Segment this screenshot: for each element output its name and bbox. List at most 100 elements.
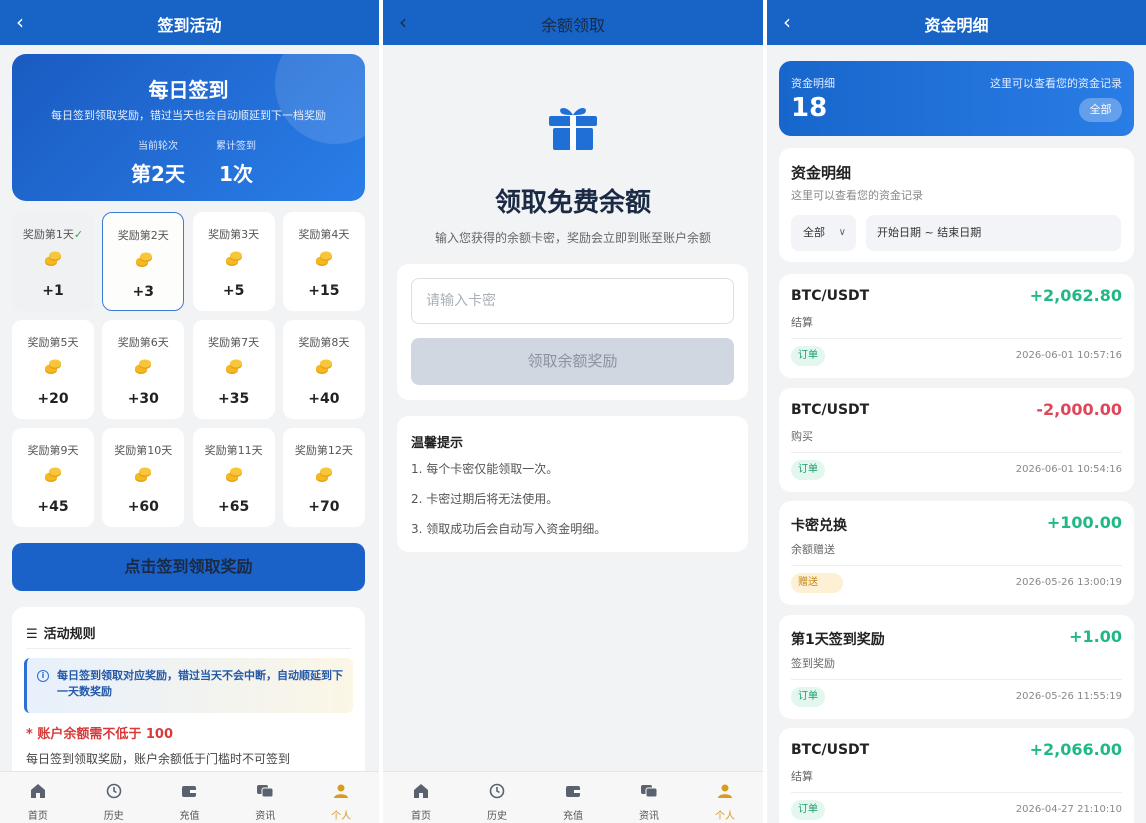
total-stat: 累计签到 1次 bbox=[186, 137, 286, 187]
divider bbox=[791, 678, 1122, 680]
tips-title: 温馨提示 bbox=[411, 436, 464, 451]
coin-icon bbox=[315, 251, 332, 266]
reward-day-label: 奖励第8天 bbox=[298, 336, 350, 349]
record-type: 结算 bbox=[791, 316, 813, 329]
record-type: 购买 bbox=[791, 429, 813, 443]
reward-day-label: 奖励第4天 bbox=[298, 228, 350, 241]
reward-amount: +30 bbox=[127, 391, 159, 407]
redeem-button[interactable]: 领取余额奖励 bbox=[411, 338, 734, 385]
coin-icon bbox=[45, 467, 61, 482]
filter-title: 资金明细 bbox=[791, 164, 852, 182]
user-icon bbox=[718, 784, 732, 798]
check-icon: ✓ bbox=[73, 228, 84, 241]
divider bbox=[791, 565, 1122, 566]
reward-day-label: 奖励第6天 bbox=[117, 336, 169, 349]
tab-home[interactable]: 首页 bbox=[0, 772, 76, 823]
tab-history[interactable]: 历史 bbox=[76, 772, 152, 823]
tab-news[interactable]: 资讯 bbox=[227, 772, 303, 823]
record-amount: +2,066.00 bbox=[1029, 740, 1122, 759]
news-icon bbox=[257, 785, 274, 798]
tips-card: 温馨提示 1. 每个卡密仅能领取一次。 2. 卡密过期后将无法使用。 3. 领取成功… bbox=[397, 416, 748, 552]
reward-day-card[interactable]: 奖励第7天 +35 bbox=[192, 320, 275, 419]
coin-icon bbox=[135, 467, 152, 482]
tab-label: 充值 bbox=[563, 811, 583, 822]
date-range-picker[interactable]: 开始日期 ~ 结束日期 bbox=[866, 215, 1121, 251]
rules-note: i 每日签到领取对应奖励，错过当天不会中断，自动顺延到下一天数奖励 bbox=[24, 658, 353, 713]
tab-news[interactable]: 资讯 bbox=[611, 772, 687, 823]
reward-amount: +15 bbox=[308, 283, 340, 299]
reward-amount: +1 bbox=[42, 283, 64, 299]
tab-home[interactable]: 首页 bbox=[383, 772, 459, 823]
page-title: 余额领取 bbox=[540, 16, 605, 35]
fund-record[interactable]: 第1天签到奖励 +1.00 签到奖励 订单 2026-05-26 11:55:19 bbox=[779, 614, 1134, 719]
reward-day-card[interactable]: 奖励第5天 +20 bbox=[12, 320, 94, 419]
record-name: BTC/USDT bbox=[791, 288, 870, 304]
home-icon bbox=[414, 784, 428, 798]
all-button[interactable]: 全部 bbox=[1079, 98, 1122, 122]
total-value: 1次 bbox=[219, 162, 253, 186]
fund-record[interactable]: BTC/USDT -2,000.00 购买 订单 2026-06-01 10:54:16 bbox=[779, 387, 1134, 492]
rules-note-text: 每日签到领取对应奖励，错过当天不会中断，自动顺延到下一天数奖励 bbox=[57, 669, 343, 698]
coin-icon bbox=[225, 359, 242, 374]
record-name: 卡密兑换 bbox=[791, 518, 847, 534]
tab-user[interactable]: 个人 bbox=[303, 772, 379, 823]
record-time: 2026-04-27 21:10:10 bbox=[1015, 804, 1122, 815]
reward-day-label: 奖励第10天 bbox=[114, 444, 173, 457]
tab-user[interactable]: 个人 bbox=[687, 772, 763, 823]
card-code-input[interactable] bbox=[411, 278, 734, 324]
reward-day-card[interactable]: 奖励第9天 +45 bbox=[12, 428, 94, 527]
reward-day-card[interactable]: 奖励第2天 +3 bbox=[102, 212, 185, 311]
divider bbox=[791, 338, 1122, 339]
reward-amount: +70 bbox=[308, 499, 340, 515]
page-title: 签到活动 bbox=[157, 16, 222, 35]
funds-screen: ‹ 资金明细 资金明细 18 这里可以查看您的资金记录 全部 资金明细 这里可以… bbox=[767, 0, 1146, 823]
tab-label: 充值 bbox=[179, 811, 200, 822]
reward-amount: +65 bbox=[217, 499, 250, 515]
reward-day-card[interactable]: 奖励第11天 +65 bbox=[192, 428, 275, 527]
reward-day-card[interactable]: 奖励第12天 +70 bbox=[282, 428, 365, 527]
type-select[interactable]: 全部 ∨ bbox=[791, 215, 856, 251]
reward-day-card[interactable]: 奖励第3天 +5 bbox=[192, 212, 275, 311]
record-tag: 订单 bbox=[791, 686, 825, 707]
record-name: BTC/USDT bbox=[791, 742, 870, 758]
header: ‹ 余额领取 bbox=[383, 0, 763, 45]
tab-label: 个人 bbox=[331, 811, 352, 822]
reward-day-card[interactable]: 奖励第8天 +40 bbox=[282, 320, 365, 419]
tab-wallet[interactable]: 充值 bbox=[535, 772, 611, 823]
record-count: 18 bbox=[791, 93, 828, 123]
record-type: 结算 bbox=[791, 770, 813, 783]
divider bbox=[791, 451, 1122, 453]
reward-day-card[interactable]: 奖励第1天✓ +1 bbox=[12, 212, 94, 311]
rules-card: ☰ 活动规则 i 每日签到领取对应奖励，错过当天不会中断，自动顺延到下一天数奖励 … bbox=[12, 607, 365, 787]
record-amount: +1.00 bbox=[1069, 626, 1122, 646]
fund-record[interactable]: 卡密兑换 +100.00 余额赠送 赠送 2026-05-26 13:00:19 bbox=[779, 501, 1134, 605]
summary-hint: 这里可以查看您的资金记录 bbox=[990, 77, 1122, 90]
reward-day-label: 奖励第12天 bbox=[294, 444, 353, 457]
divider bbox=[791, 792, 1122, 793]
reward-day-label: 奖励第7天 bbox=[208, 336, 260, 349]
reward-day-card[interactable]: 奖励第6天 +30 bbox=[102, 320, 185, 419]
total-label: 累计签到 bbox=[216, 141, 256, 152]
fund-record[interactable]: BTC/USDT +2,066.00 结算 订单 2026-04-27 21:10:10 bbox=[779, 728, 1134, 823]
record-type: 签到奖励 bbox=[791, 656, 835, 670]
summary-label: 资金明细 bbox=[791, 77, 835, 90]
sign-in-button[interactable]: 点击签到领取奖励 bbox=[12, 543, 365, 591]
rules-header: ☰ 活动规则 bbox=[26, 623, 96, 642]
wallet-icon bbox=[566, 786, 580, 797]
reward-day-card[interactable]: 奖励第10天 +60 bbox=[102, 428, 185, 527]
redeem-subtitle: 输入您获得的余额卡密，奖励会立即到账至账户余额 bbox=[434, 231, 711, 245]
coin-icon bbox=[45, 251, 61, 266]
filter-subtitle: 这里可以查看您的资金记录 bbox=[791, 189, 923, 202]
reward-day-label: 奖励第1天✓ bbox=[22, 228, 84, 241]
redeem-screen: ‹ 余额领取 领取免费余额 输入您获得的余额卡密，奖励会立即到账至账户余额 领取… bbox=[383, 0, 763, 823]
header: ‹ 签到活动 bbox=[0, 0, 379, 45]
rules-title: 活动规则 bbox=[43, 627, 96, 642]
record-amount: +100.00 bbox=[1046, 513, 1122, 532]
history-icon bbox=[106, 783, 121, 799]
tab-history[interactable]: 历史 bbox=[459, 772, 535, 823]
banner-subtitle: 每日签到领取奖励，错过当天也会自动顺延到下一档奖励 bbox=[51, 109, 326, 122]
fund-record[interactable]: BTC/USDT +2,062.80 结算 订单 2026-06-01 10:57:16 bbox=[779, 274, 1134, 378]
tab-wallet[interactable]: 充值 bbox=[152, 772, 228, 823]
tip-item: 1. 每个卡密仅能领取一次。 bbox=[411, 462, 559, 476]
reward-day-card[interactable]: 奖励第4天 +15 bbox=[282, 212, 365, 311]
